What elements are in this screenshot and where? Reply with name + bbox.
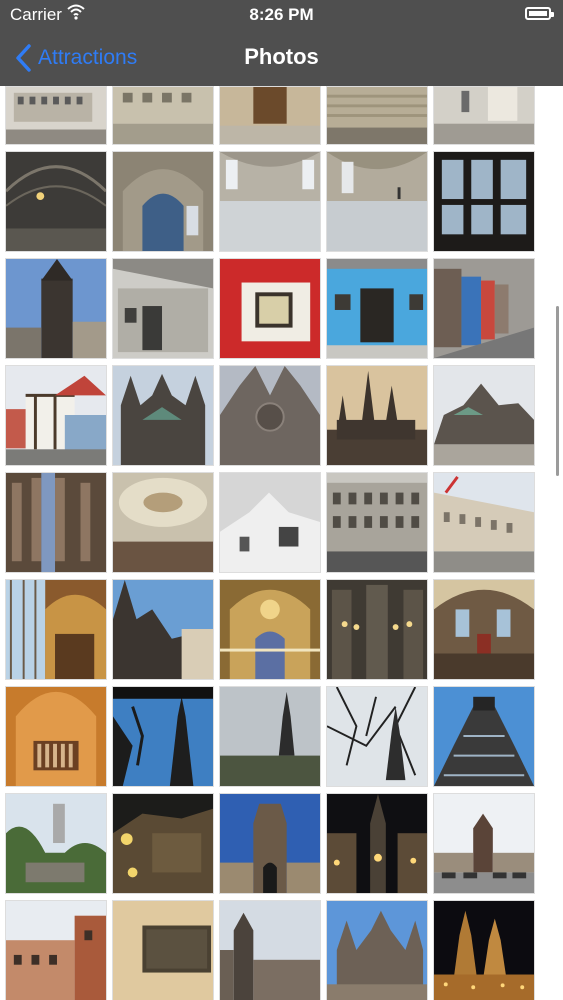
status-bar: Carrier 8:26 PM [0,0,563,30]
photo-thumbnail[interactable] [112,900,214,1000]
photo-thumbnail[interactable] [433,579,535,680]
photo-thumbnail[interactable] [5,151,107,252]
photo-thumbnail[interactable] [326,793,428,894]
photo-thumbnail[interactable] [5,900,107,1000]
photo-thumbnail[interactable] [112,793,214,894]
photo-thumbnail[interactable] [112,151,214,252]
photo-thumbnail[interactable] [433,258,535,359]
photo-thumbnail[interactable] [5,793,107,894]
photo-thumbnail[interactable] [326,151,428,252]
vertical-scrollbar[interactable] [556,306,559,476]
photo-thumbnail[interactable] [326,365,428,466]
photo-thumbnail[interactable] [112,86,214,145]
photo-thumbnail[interactable] [433,472,535,573]
photo-thumbnail[interactable] [219,579,321,680]
photo-thumbnail[interactable] [5,579,107,680]
photo-grid [5,86,545,1000]
photo-thumbnail[interactable] [219,793,321,894]
photo-thumbnail[interactable] [5,686,107,787]
photo-thumbnail[interactable] [219,151,321,252]
photo-grid-scroll[interactable] [0,86,563,1000]
photo-thumbnail[interactable] [219,900,321,1000]
photo-thumbnail[interactable] [219,365,321,466]
photo-thumbnail[interactable] [112,258,214,359]
photo-thumbnail[interactable] [219,472,321,573]
photo-thumbnail[interactable] [326,900,428,1000]
photo-thumbnail[interactable] [326,86,428,145]
photo-thumbnail[interactable] [326,472,428,573]
photo-thumbnail[interactable] [112,365,214,466]
photo-thumbnail[interactable] [433,86,535,145]
photo-thumbnail[interactable] [326,686,428,787]
page-title: Photos [244,44,319,69]
photo-thumbnail[interactable] [219,86,321,145]
photo-thumbnail[interactable] [433,686,535,787]
navigation-bar: Attractions Photos [0,30,563,86]
photo-thumbnail[interactable] [326,579,428,680]
battery-icon [525,7,554,20]
photo-thumbnail[interactable] [433,151,535,252]
photo-thumbnail[interactable] [112,686,214,787]
photo-thumbnail[interactable] [219,258,321,359]
photo-thumbnail[interactable] [433,900,535,1000]
photo-thumbnail[interactable] [5,472,107,573]
photo-thumbnail[interactable] [112,579,214,680]
photo-thumbnail[interactable] [5,86,107,145]
photo-thumbnail[interactable] [326,258,428,359]
clock: 8:26 PM [249,5,314,24]
photo-thumbnail[interactable] [112,472,214,573]
photo-thumbnail[interactable] [433,365,535,466]
photo-thumbnail[interactable] [5,258,107,359]
photo-thumbnail[interactable] [219,686,321,787]
photo-thumbnail[interactable] [433,793,535,894]
photo-thumbnail[interactable] [5,365,107,466]
